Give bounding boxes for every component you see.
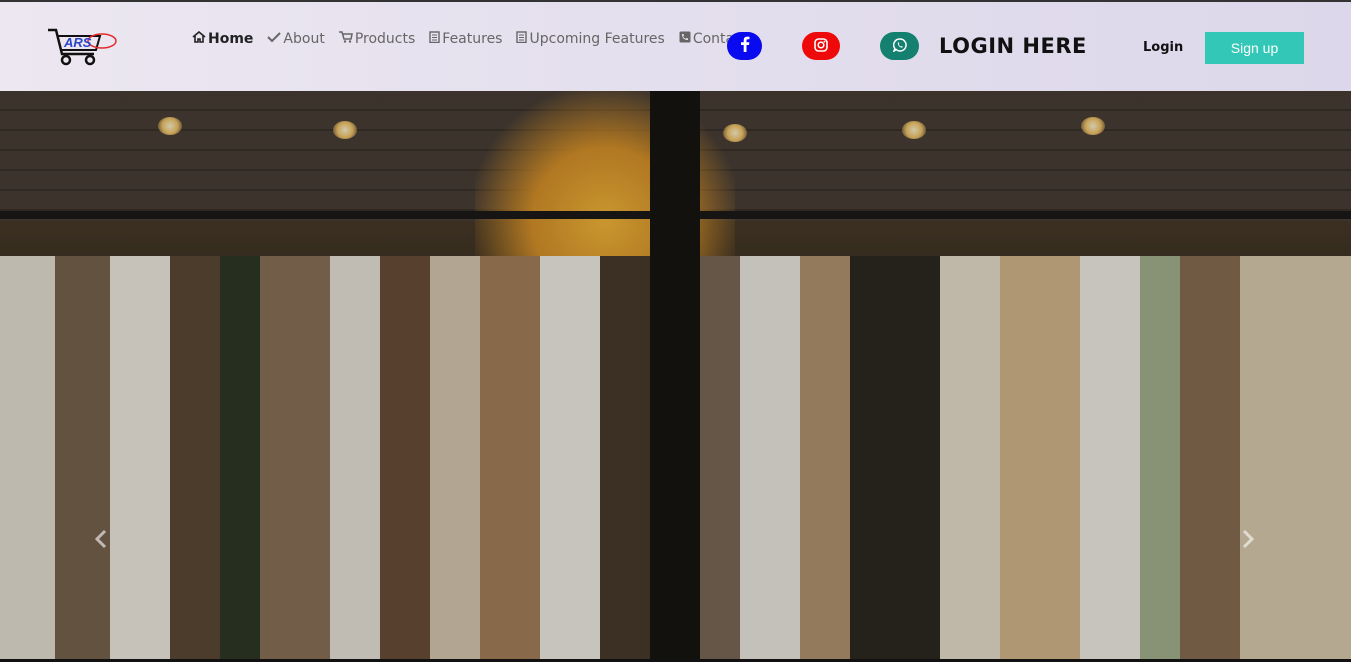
- instagram-button[interactable]: [802, 32, 840, 60]
- nav-item-about[interactable]: About: [267, 31, 325, 47]
- nav-item-label: Features: [442, 31, 503, 47]
- signup-button[interactable]: Sign up: [1205, 32, 1304, 64]
- login-link[interactable]: Login: [1143, 40, 1183, 55]
- facebook-button[interactable]: [727, 32, 762, 60]
- hero-overlay: [0, 91, 1351, 659]
- whatsapp-icon: [892, 37, 907, 56]
- nav-item-label: Home: [208, 31, 254, 47]
- chevron-right-icon: [1241, 527, 1255, 555]
- phone-icon: [679, 31, 691, 47]
- carousel-prev-button[interactable]: [86, 521, 116, 561]
- brand-logo-text: ARS: [63, 35, 92, 50]
- cart-icon: [338, 31, 353, 47]
- nav-item-upcoming-features[interactable]: Upcoming Features: [516, 31, 665, 47]
- home-icon: [192, 30, 206, 47]
- nav-item-label: Upcoming Features: [529, 31, 665, 47]
- main-nav: Home About Products Features Upcoming Fe…: [192, 30, 761, 47]
- carousel-next-button[interactable]: [1233, 521, 1263, 561]
- clipboard-icon: [429, 31, 440, 47]
- nav-item-features[interactable]: Features: [429, 31, 502, 47]
- nav-item-label: Products: [354, 31, 416, 47]
- instagram-icon: [814, 37, 828, 56]
- nav-item-products[interactable]: Products: [338, 31, 416, 47]
- clipboard-icon: [516, 31, 528, 47]
- brand-logo[interactable]: ARS: [46, 26, 118, 68]
- facebook-icon: [740, 36, 750, 56]
- navbar: ARS Home About Products Features Upcomin…: [0, 2, 1351, 91]
- check-icon: [267, 31, 282, 47]
- chevron-left-icon: [94, 527, 108, 555]
- cart-logo-icon: ARS: [48, 28, 117, 66]
- nav-item-label: About: [283, 31, 325, 47]
- nav-item-home[interactable]: Home: [192, 30, 254, 47]
- hero-carousel: [0, 91, 1351, 659]
- whatsapp-button[interactable]: [880, 32, 919, 60]
- login-here-heading: LOGIN HERE: [939, 34, 1087, 58]
